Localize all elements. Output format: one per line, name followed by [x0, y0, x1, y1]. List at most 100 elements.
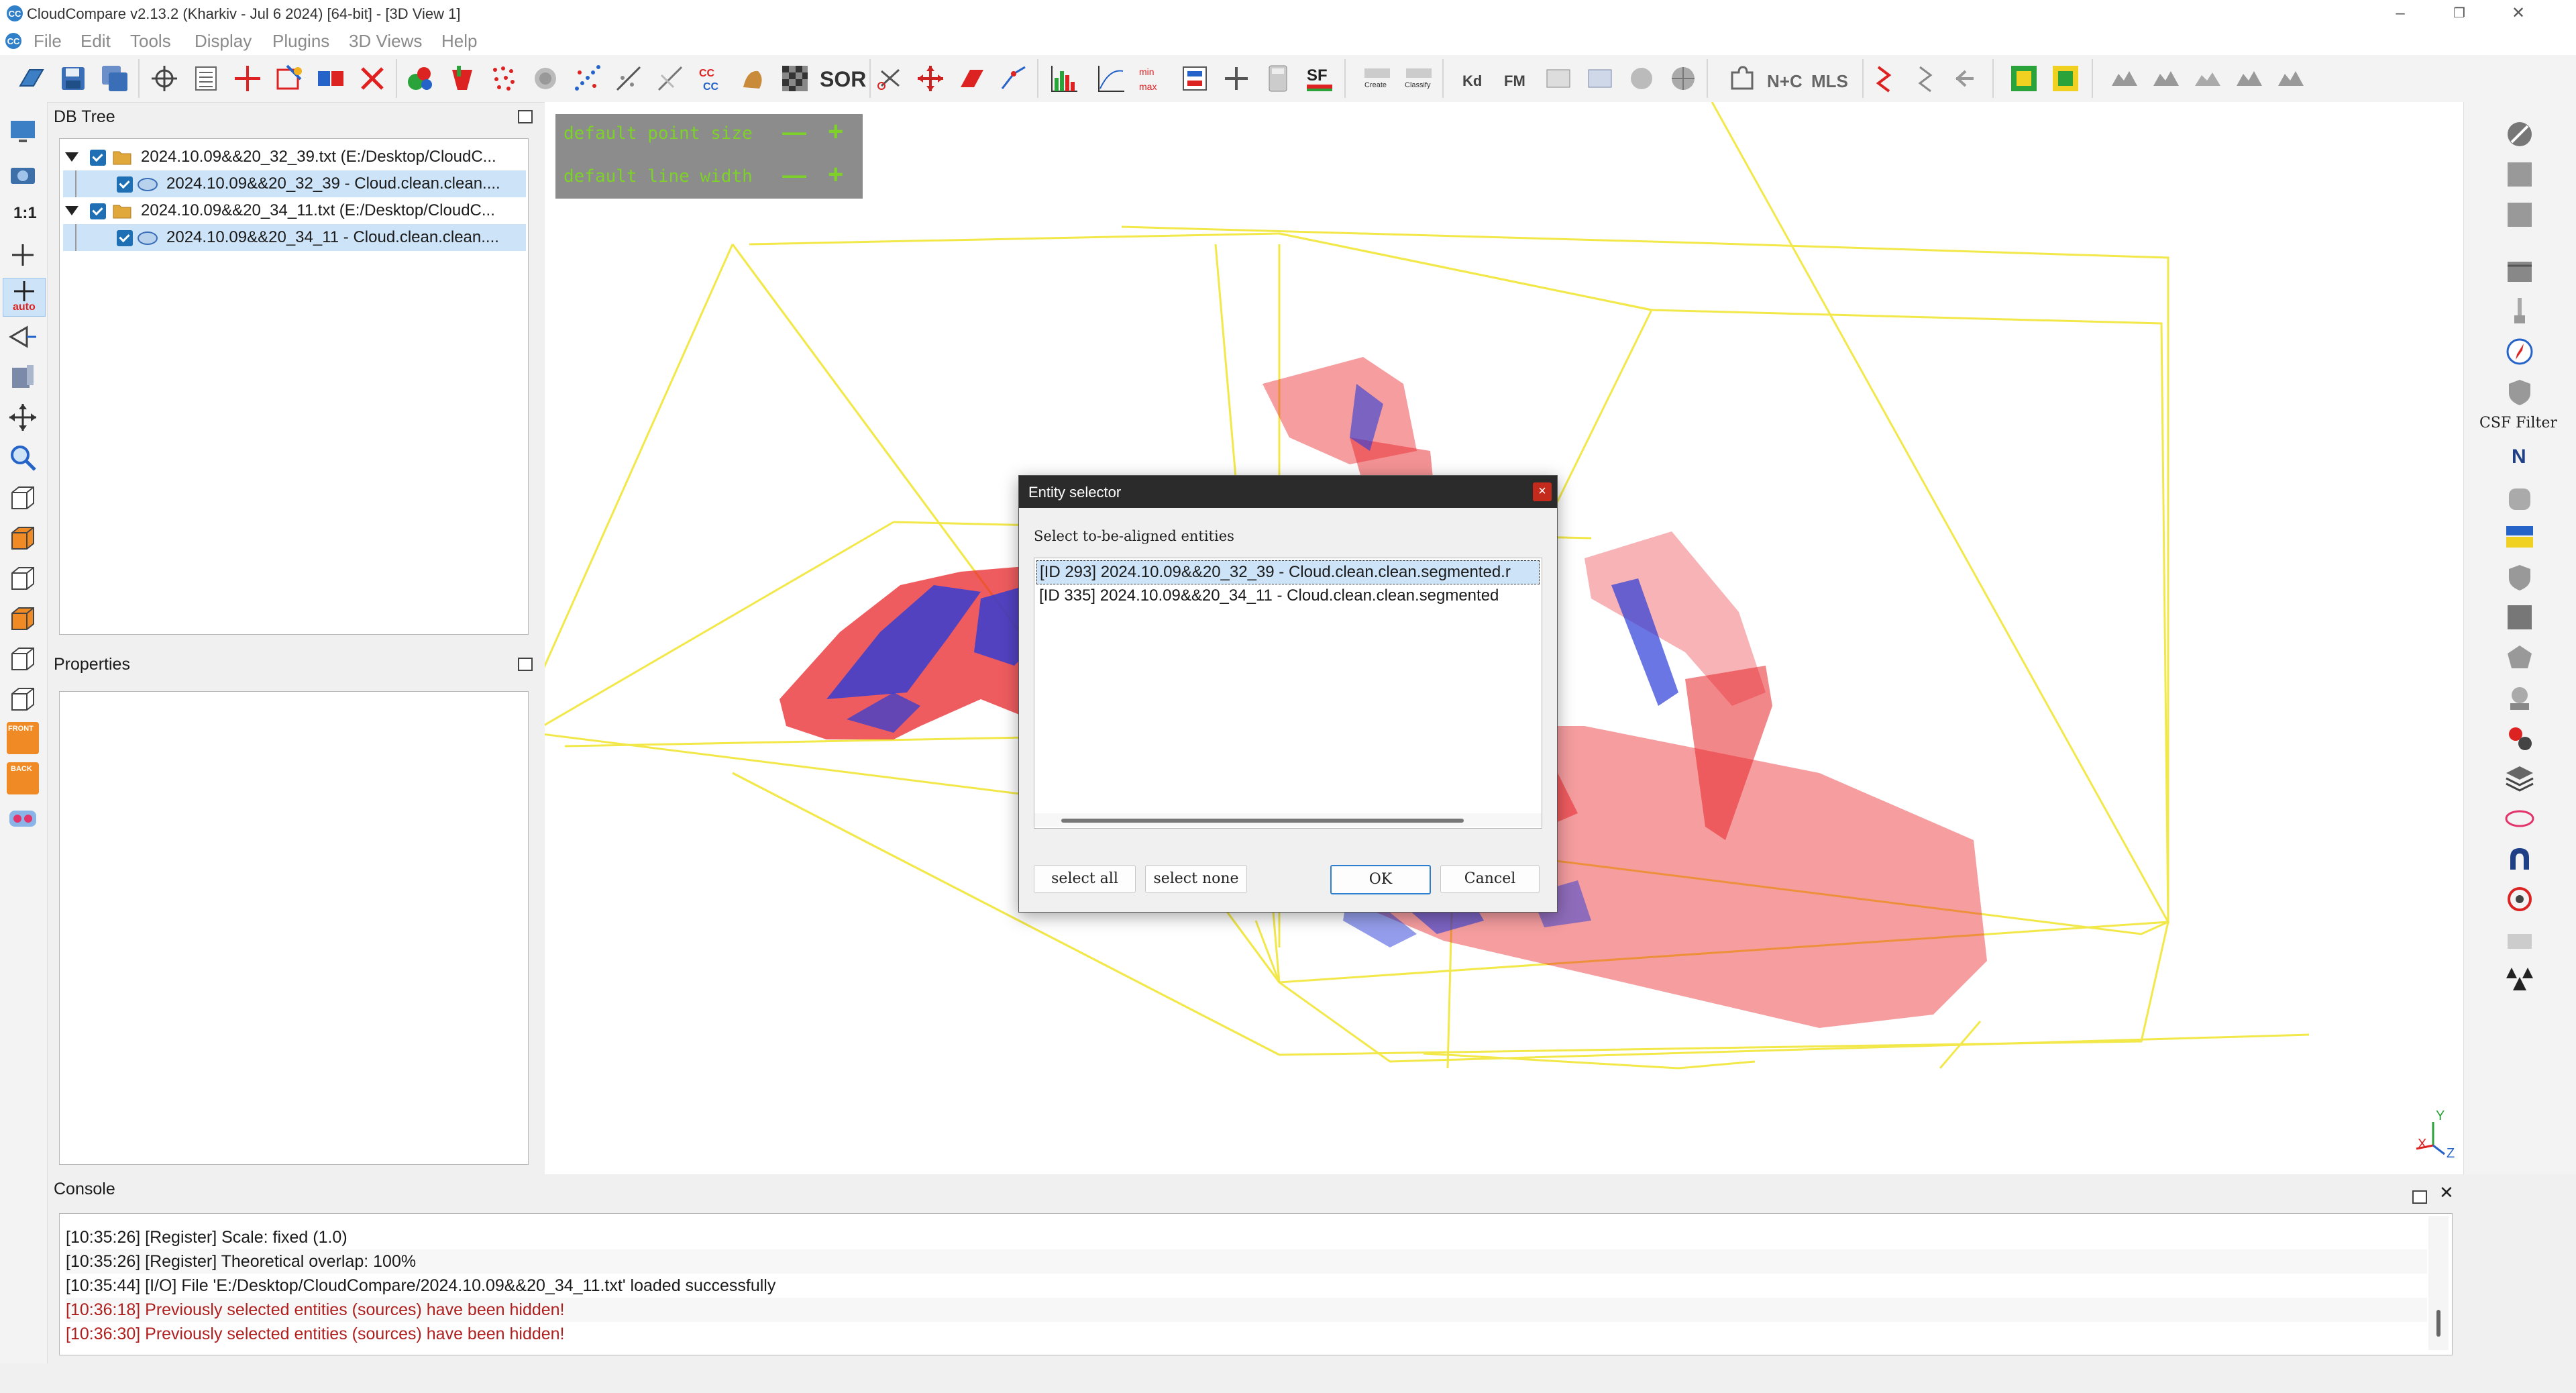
view-back-icon[interactable] [7, 603, 39, 635]
menu-edit[interactable]: Edit [74, 27, 117, 55]
puzzle-icon[interactable] [1727, 63, 1758, 94]
sf-icon[interactable]: SF [1304, 63, 1335, 94]
ok-button[interactable]: OK [1330, 865, 1431, 894]
list-icon[interactable] [191, 63, 221, 94]
layers-icon[interactable] [2504, 762, 2536, 794]
translate-rotate-icon[interactable] [915, 63, 946, 94]
compass-icon[interactable] [2504, 336, 2536, 368]
terrain-4-icon[interactable] [2234, 63, 2265, 94]
menu-display[interactable]: Display [188, 27, 258, 55]
console-scrollbar[interactable] [2428, 1216, 2449, 1350]
kdtree-icon[interactable]: Kd [1462, 72, 1482, 90]
menu-plugins[interactable]: Plugins [266, 27, 336, 55]
dense-cloud-icon[interactable] [530, 63, 561, 94]
expand-arrow-icon[interactable] [64, 205, 79, 216]
trees-icon[interactable] [2504, 964, 2536, 996]
subsample-icon[interactable] [488, 63, 519, 94]
center-point-icon[interactable] [7, 239, 39, 271]
line-width-minus-button[interactable]: — [782, 161, 806, 189]
dialog-close-icon[interactable]: × [1533, 482, 1552, 501]
view-iso-front-icon[interactable]: FRONT [7, 722, 39, 754]
delete-icon[interactable] [357, 63, 388, 94]
magnet-icon[interactable] [2504, 883, 2536, 915]
hpr-icon[interactable] [2504, 483, 2536, 515]
min-max-icon[interactable]: min max [1138, 63, 1169, 94]
checkerboard-icon[interactable] [780, 63, 810, 94]
screen-icon[interactable] [7, 115, 39, 148]
minimize-icon[interactable]: – [2371, 0, 2430, 27]
tree-item-file-1[interactable]: 2024.10.09&&20_32_39.txt (E:/Desktop/Clo… [63, 144, 526, 170]
view-bottom-icon[interactable] [7, 683, 39, 715]
view-left-icon[interactable] [7, 562, 39, 595]
pan-icon[interactable] [7, 401, 39, 433]
curve-icon[interactable] [1096, 63, 1127, 94]
save-all-icon[interactable] [99, 63, 130, 94]
geology-icon[interactable] [1869, 63, 1900, 94]
restore-icon[interactable]: ❐ [2430, 0, 2489, 27]
terrain-5-icon[interactable] [2275, 63, 2306, 94]
calculator-icon[interactable] [1263, 63, 1293, 94]
close-icon[interactable]: ✕ [2489, 0, 2548, 27]
3dmasc-classify-icon[interactable] [2050, 63, 2081, 94]
disable-icon[interactable] [2504, 118, 2536, 150]
cloud-layers-icon[interactable] [2504, 923, 2536, 956]
gears-icon[interactable] [2504, 722, 2536, 754]
noise-icon[interactable] [572, 63, 602, 94]
point-size-minus-button[interactable]: — [782, 118, 806, 146]
zoom-icon[interactable] [7, 442, 39, 474]
colorize-icon[interactable] [447, 63, 478, 94]
mesh-distance-icon[interactable] [738, 63, 769, 94]
scan-icon[interactable] [2504, 199, 2536, 231]
menu-tools[interactable]: Tools [123, 27, 178, 55]
mls-icon[interactable]: MLS [1811, 71, 1848, 92]
console-scroll-thumb[interactable] [2436, 1310, 2440, 1337]
global-shift-icon[interactable] [149, 63, 180, 94]
auto-pivot-button[interactable]: auto [3, 278, 46, 317]
projection-icon[interactable] [613, 63, 644, 94]
arch-icon[interactable] [2504, 843, 2536, 875]
expand-arrow-icon[interactable] [64, 152, 79, 162]
line-width-plus-button[interactable]: + [828, 160, 843, 190]
box-select-icon[interactable] [7, 361, 39, 393]
m3c2-icon[interactable] [2504, 521, 2536, 553]
console-close-icon[interactable]: ✕ [2439, 1182, 2454, 1203]
depth-map-icon[interactable] [1585, 63, 1615, 94]
select-none-button[interactable]: select none [1145, 865, 1247, 893]
terrain-2-icon[interactable] [2151, 63, 2182, 94]
ellipse-icon[interactable] [2504, 803, 2536, 835]
render-icon[interactable] [1543, 63, 1574, 94]
cloud-compare-icon[interactable]: CC CC [696, 63, 727, 94]
normals-icon[interactable]: N [2512, 446, 2526, 468]
ransac-icon[interactable] [2504, 682, 2536, 714]
zoom-1-1-icon[interactable]: 1:1 [13, 204, 37, 223]
cloth-sim-icon[interactable] [2504, 158, 2536, 191]
cancel-button[interactable]: Cancel [1440, 865, 1540, 893]
add-sf-icon[interactable] [1221, 63, 1252, 94]
cross-section-icon[interactable] [957, 63, 987, 94]
save-icon[interactable] [58, 63, 89, 94]
sample-points-icon[interactable] [405, 63, 436, 94]
histogram-icon[interactable] [1049, 63, 1080, 94]
visibility-checkbox[interactable] [117, 230, 133, 246]
visibility-checkbox[interactable] [90, 203, 106, 219]
globe-icon[interactable] [1668, 63, 1699, 94]
3dmasc-train-icon[interactable] [2008, 63, 2039, 94]
visibility-checkbox[interactable] [117, 176, 133, 193]
segment-icon[interactable] [274, 63, 305, 94]
hscroll-thumb[interactable] [1061, 819, 1464, 823]
visibility-checkbox[interactable] [90, 150, 106, 166]
terrain-3-icon[interactable] [2192, 63, 2223, 94]
menu-3d-views[interactable]: 3D Views [342, 27, 429, 55]
sphere-icon[interactable] [1626, 63, 1657, 94]
import-icon[interactable] [1952, 63, 1983, 94]
normals-curvature-icon[interactable]: N+C [1767, 71, 1803, 92]
point-size-plus-button[interactable]: + [828, 117, 843, 147]
add-point-icon[interactable] [232, 63, 263, 94]
csf-filter-icon[interactable] [2504, 376, 2536, 408]
console-float-icon[interactable] [2412, 1190, 2427, 1204]
select-all-button[interactable]: select all [1034, 865, 1136, 893]
view-top-icon[interactable] [7, 482, 39, 514]
rotation-center-icon[interactable] [7, 321, 39, 353]
view-right-icon[interactable] [7, 643, 39, 675]
film-icon[interactable] [2504, 255, 2536, 287]
